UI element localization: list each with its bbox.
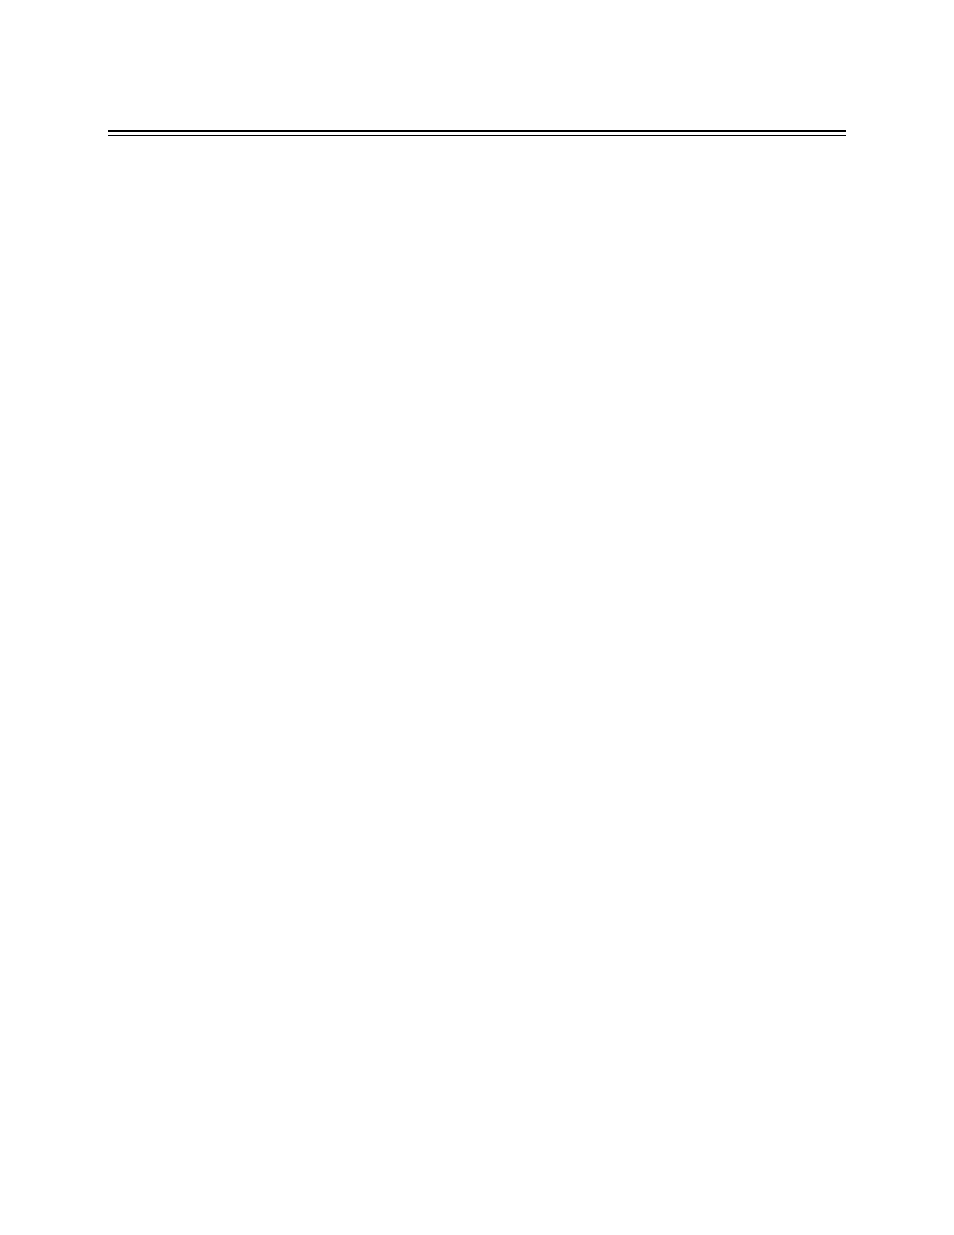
document-page (0, 0, 954, 1235)
horizontal-double-rule (108, 130, 846, 136)
